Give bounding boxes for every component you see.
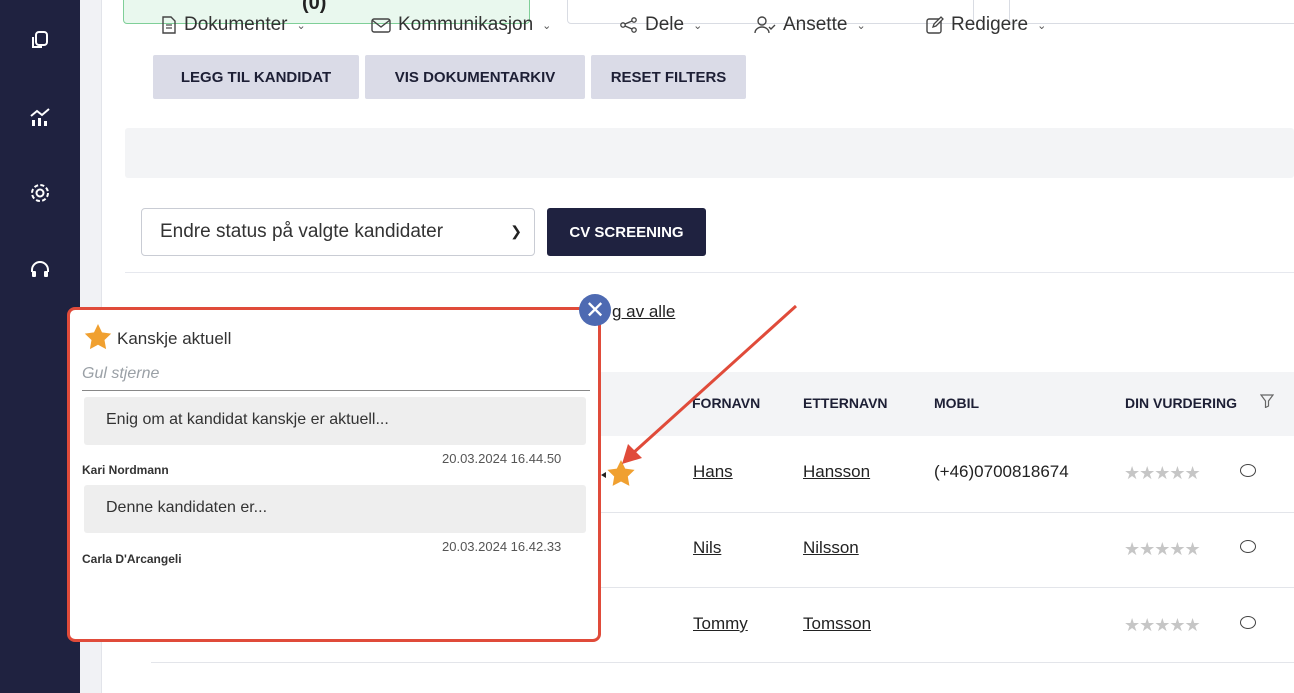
comment-icon[interactable]: [1240, 464, 1256, 477]
close-popup-button[interactable]: ✕: [579, 294, 611, 326]
gear-icon[interactable]: [26, 179, 54, 207]
chevron-down-icon: ⌄: [693, 19, 703, 32]
last-name-link[interactable]: Nilsson: [803, 538, 859, 558]
share-icon: [620, 17, 637, 33]
comment-date: 20.03.2024 16.42.33: [442, 539, 562, 554]
row-divider: [151, 662, 1294, 663]
yellow-star-marker-icon[interactable]: [598, 457, 638, 493]
documents-label: Dokumenter: [184, 14, 288, 35]
star-rating[interactable]: ★★★★★: [1124, 463, 1201, 484]
mobile-value: (+46)0700818674: [934, 462, 1069, 481]
edit-label: Redigere: [951, 14, 1029, 35]
first-name-link[interactable]: Nils: [693, 538, 721, 558]
first-name-link[interactable]: Hans: [693, 462, 733, 482]
comment-date: 20.03.2024 16.44.50: [442, 451, 562, 466]
documents-menu[interactable]: Dokumenter ⌄: [161, 0, 306, 50]
star-icon: [84, 324, 112, 350]
last-name-link[interactable]: Hansson: [803, 462, 870, 482]
action-bar: [125, 128, 1294, 178]
comment-author: Carla D'Arcangeli: [82, 552, 182, 566]
copy-icon[interactable]: [26, 26, 54, 54]
chevron-down-icon: ❯: [510, 223, 522, 239]
document-icon: [162, 16, 176, 34]
reset-filters-button[interactable]: RESET FILTERS: [591, 55, 746, 99]
user-check-icon: [754, 16, 776, 34]
header-last-name[interactable]: ETTERNAVN: [803, 395, 888, 411]
comment-bubble: Denne kandidaten er...: [84, 485, 586, 533]
hire-menu[interactable]: Ansette ⌄: [754, 0, 866, 50]
last-name-link[interactable]: Tomsson: [803, 614, 871, 634]
comment-bubble: Enig om at kandidat kanskje er aktuell..…: [84, 397, 586, 445]
hire-label: Ansette: [783, 14, 848, 35]
chevron-down-icon: ⌄: [1037, 19, 1047, 32]
share-menu[interactable]: Dele ⌄: [620, 0, 702, 50]
select-all-link[interactable]: g av alle: [612, 302, 675, 322]
comment-icon[interactable]: [1240, 540, 1256, 553]
envelope-icon: [371, 17, 391, 33]
header-first-name[interactable]: FORNAVN: [692, 395, 760, 411]
communication-menu[interactable]: Kommunikasjon ⌄: [371, 0, 551, 50]
comment-icon[interactable]: [1240, 616, 1256, 629]
headset-icon[interactable]: [26, 256, 54, 284]
chevron-down-icon: ⌄: [856, 19, 866, 32]
edit-menu[interactable]: Redigere ⌄: [926, 0, 1046, 50]
communication-label: Kommunikasjon: [398, 14, 534, 35]
panel-border: [125, 272, 1294, 273]
first-name-link[interactable]: Tommy: [693, 614, 748, 634]
add-candidate-button[interactable]: LEGG TIL KANDIDAT: [153, 55, 359, 99]
cv-screening-button[interactable]: CV SCREENING: [547, 208, 706, 256]
popup-title: Kanskje aktuell: [117, 329, 232, 348]
edit-icon: [926, 16, 944, 34]
status-select[interactable]: Endre status på valgte kandidater ❯: [141, 208, 535, 256]
filter-icon[interactable]: [1260, 394, 1274, 408]
share-label: Dele: [645, 14, 685, 35]
analytics-icon[interactable]: [26, 103, 54, 131]
summary-tile[interactable]: [1009, 0, 1294, 24]
star-rating[interactable]: ★★★★★: [1124, 539, 1201, 560]
star-rating[interactable]: ★★★★★: [1124, 615, 1201, 636]
status-select-value: Endre status på valgte kandidater: [160, 221, 444, 242]
chevron-down-icon: ⌄: [296, 19, 306, 32]
chevron-down-icon: ⌄: [542, 19, 552, 32]
comment-author: Kari Nordmann: [82, 463, 169, 477]
comment-input[interactable]: Gul stjerne: [82, 361, 590, 391]
rating-comment-popup: Kanskje aktuell Gul stjerne Enig om at k…: [67, 307, 601, 642]
header-mobile[interactable]: MOBIL: [934, 395, 979, 411]
header-rating[interactable]: DIN VURDERING: [1125, 395, 1237, 411]
document-archive-button[interactable]: VIS DOKUMENTARKIV: [365, 55, 585, 99]
